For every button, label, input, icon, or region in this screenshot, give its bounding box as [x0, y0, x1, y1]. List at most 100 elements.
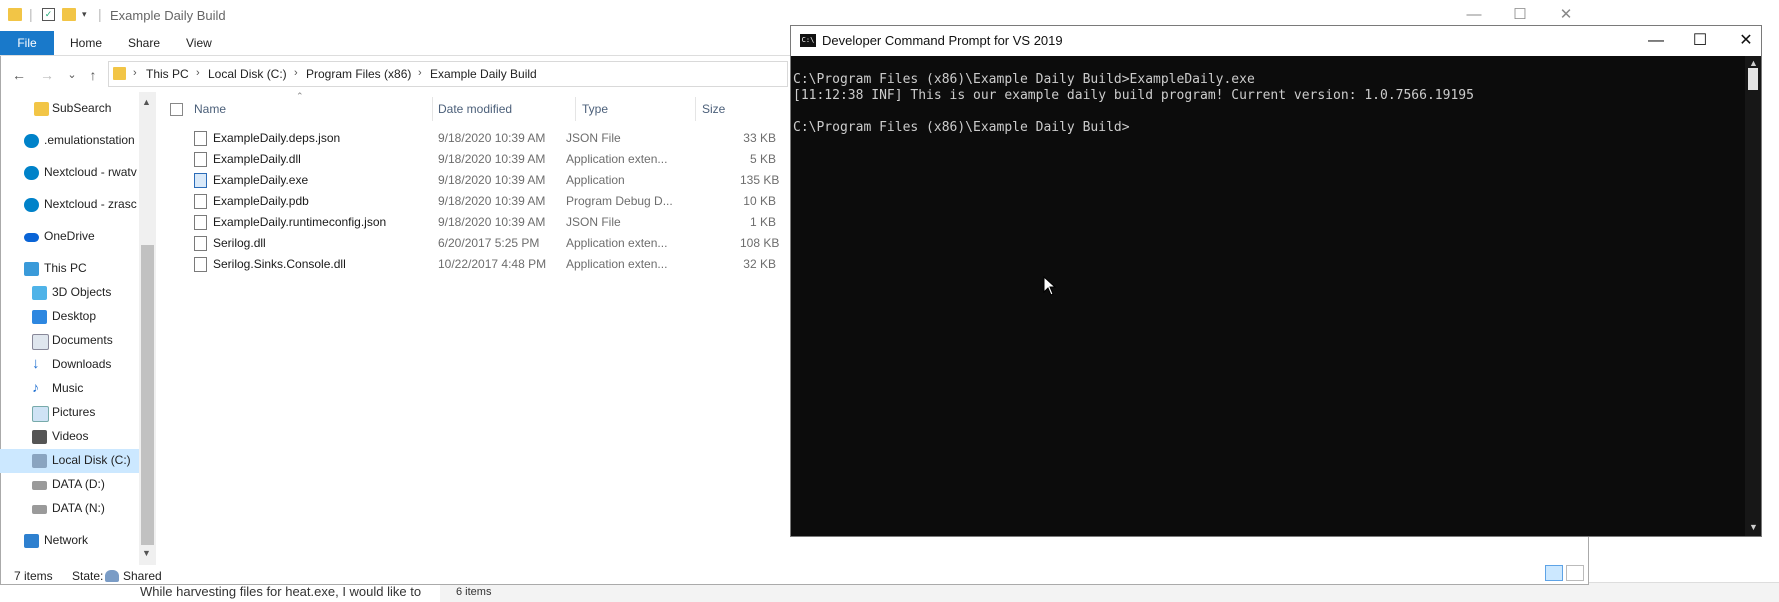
sidebar-scrollbar-thumb[interactable]: [141, 245, 154, 545]
breadcrumb-separator: ›: [418, 67, 422, 79]
tab-file[interactable]: File: [0, 31, 54, 55]
back-button[interactable]: ←: [10, 66, 28, 84]
explorer-maximize-button[interactable]: ☐: [1497, 4, 1543, 26]
drive-icon: [32, 505, 47, 514]
file-row[interactable]: Serilog.Sinks.Console.dll 10/22/2017 4:48…: [180, 254, 790, 275]
large-icons-view-button[interactable]: [1566, 565, 1584, 581]
file-row[interactable]: Serilog.dll 6/20/2017 5:25 PM Application …: [180, 233, 790, 254]
file-size: 5 KB: [749, 152, 776, 166]
folder-icon: [113, 67, 126, 80]
column-header-name[interactable]: Name: [194, 102, 226, 116]
breadcrumb-this-pc[interactable]: This PC: [146, 67, 189, 81]
json-file-icon: [194, 131, 207, 146]
navigation-pane: SubSearch .emulationstation Nextcloud - …: [0, 92, 139, 565]
file-row[interactable]: ExampleDaily.runtimeconfig.json 9/18/2020…: [180, 212, 790, 233]
music-icon: ♪: [32, 379, 39, 395]
console-prompt-line[interactable]: C:\Program Files (x86)\Example Daily Bui…: [793, 120, 1130, 135]
column-header-type[interactable]: Type: [582, 102, 608, 116]
column-header-date-modified[interactable]: Date modified: [438, 102, 512, 116]
column-divider[interactable]: [432, 97, 433, 121]
folder-icon: [34, 102, 49, 116]
sidebar-item-desktop[interactable]: Desktop: [0, 305, 139, 329]
scroll-down-icon[interactable]: ▼: [142, 548, 151, 558]
sidebar-item-pictures[interactable]: Pictures: [0, 401, 139, 425]
nextcloud-icon: [24, 198, 39, 212]
file-row[interactable]: ExampleDaily.dll 9/18/2020 10:39 AM Applic…: [180, 149, 790, 170]
new-folder-icon[interactable]: [62, 8, 76, 21]
column-divider[interactable]: [575, 97, 576, 121]
dll-file-icon: [194, 236, 207, 251]
nextcloud-icon: [24, 166, 39, 180]
quick-access-dropdown-icon[interactable]: ▾: [82, 9, 87, 20]
tab-view[interactable]: View: [186, 31, 212, 55]
file-size: 108 KB: [740, 236, 780, 250]
file-date: 10/22/2017 4:48 PM: [438, 257, 547, 271]
file-row[interactable]: ExampleDaily.deps.json 9/18/2020 10:39 AM…: [180, 128, 790, 149]
console-maximize-button[interactable]: ☐: [1677, 30, 1723, 52]
file-size: 135 KB: [740, 173, 780, 187]
console-scrollbar-thumb[interactable]: [1748, 68, 1758, 90]
sidebar-item-subsearch[interactable]: SubSearch: [0, 97, 139, 121]
sidebar-item-this-pc[interactable]: This PC: [0, 257, 139, 281]
column-divider[interactable]: [695, 97, 696, 121]
background-status-bar: 6 items: [440, 582, 1779, 602]
file-type: JSON File: [566, 215, 621, 229]
sidebar-item-music[interactable]: ♪ Music: [0, 377, 139, 401]
file-type: Application exten...: [566, 257, 668, 271]
sidebar-item-3d-objects[interactable]: 3D Objects: [0, 281, 139, 305]
mouse-cursor-icon: [1043, 276, 1057, 296]
file-date: 6/20/2017 5:25 PM: [438, 236, 540, 250]
file-name: ExampleDaily.deps.json: [213, 131, 341, 145]
console-minimize-button[interactable]: —: [1633, 30, 1679, 52]
sidebar-item-nextcloud-zrasc[interactable]: Nextcloud - zrasc: [0, 193, 139, 217]
sidebar-item-network[interactable]: Network: [0, 529, 139, 553]
separator: |: [98, 6, 102, 22]
background-status-text: 6 items: [456, 586, 492, 598]
file-type: Program Debug D...: [566, 194, 673, 208]
file-type: Application exten...: [566, 152, 668, 166]
scroll-up-icon[interactable]: ▲: [142, 97, 151, 107]
cloud-icon: [24, 233, 39, 242]
console-close-button[interactable]: ✕: [1723, 30, 1769, 52]
sidebar-item-onedrive[interactable]: OneDrive: [0, 225, 139, 249]
tab-share[interactable]: Share: [128, 31, 160, 55]
breadcrumb-current-folder[interactable]: Example Daily Build: [430, 67, 537, 81]
properties-icon[interactable]: ✓: [42, 8, 55, 21]
tab-home[interactable]: Home: [70, 31, 102, 55]
documents-icon: [32, 334, 49, 350]
forward-button[interactable]: →: [38, 66, 56, 84]
scroll-up-icon[interactable]: ▲: [1749, 58, 1758, 68]
network-icon: [24, 534, 39, 548]
file-row[interactable]: ExampleDaily.pdb 9/18/2020 10:39 AM Progra…: [180, 191, 790, 212]
console-scrollbar[interactable]: [1745, 56, 1761, 536]
recent-locations-button[interactable]: ⌄: [63, 66, 81, 84]
file-size: 10 KB: [743, 194, 776, 208]
breadcrumb-separator: ›: [133, 67, 137, 79]
file-row[interactable]: ExampleDaily.exe 9/18/2020 10:39 AM Applic…: [180, 170, 790, 191]
explorer-close-button[interactable]: ✕: [1543, 4, 1589, 26]
details-view-button[interactable]: [1545, 565, 1563, 581]
select-all-checkbox[interactable]: [170, 103, 183, 116]
sidebar-item-data-n[interactable]: DATA (N:): [0, 497, 139, 521]
sidebar-item-downloads[interactable]: ↓ Downloads: [0, 353, 139, 377]
file-date: 9/18/2020 10:39 AM: [438, 173, 546, 187]
cube-icon: [32, 286, 47, 300]
sidebar-item-local-disk-c[interactable]: Local Disk (C:): [0, 449, 139, 473]
computer-icon: [24, 262, 39, 276]
command-prompt-icon: C:\: [800, 34, 816, 47]
file-date: 9/18/2020 10:39 AM: [438, 194, 546, 208]
folder-icon: [8, 8, 22, 21]
file-size: 1 KB: [749, 215, 776, 229]
explorer-minimize-button[interactable]: —: [1451, 4, 1497, 26]
breadcrumb-local-disk[interactable]: Local Disk (C:): [208, 67, 287, 81]
sidebar-item-emulationstation[interactable]: .emulationstation: [0, 129, 139, 153]
scroll-down-icon[interactable]: ▼: [1749, 522, 1758, 532]
breadcrumb-program-files[interactable]: Program Files (x86): [306, 67, 411, 81]
sidebar-item-nextcloud-rwatv[interactable]: Nextcloud - rwatv: [0, 161, 139, 185]
sidebar-item-data-d[interactable]: DATA (D:): [0, 473, 139, 497]
console-line: [11:12:38 INF] This is our example daily…: [793, 88, 1474, 103]
sidebar-item-videos[interactable]: Videos: [0, 425, 139, 449]
column-header-size[interactable]: Size: [702, 102, 725, 116]
sidebar-item-documents[interactable]: Documents: [0, 329, 139, 353]
up-button[interactable]: ↑: [84, 66, 102, 84]
